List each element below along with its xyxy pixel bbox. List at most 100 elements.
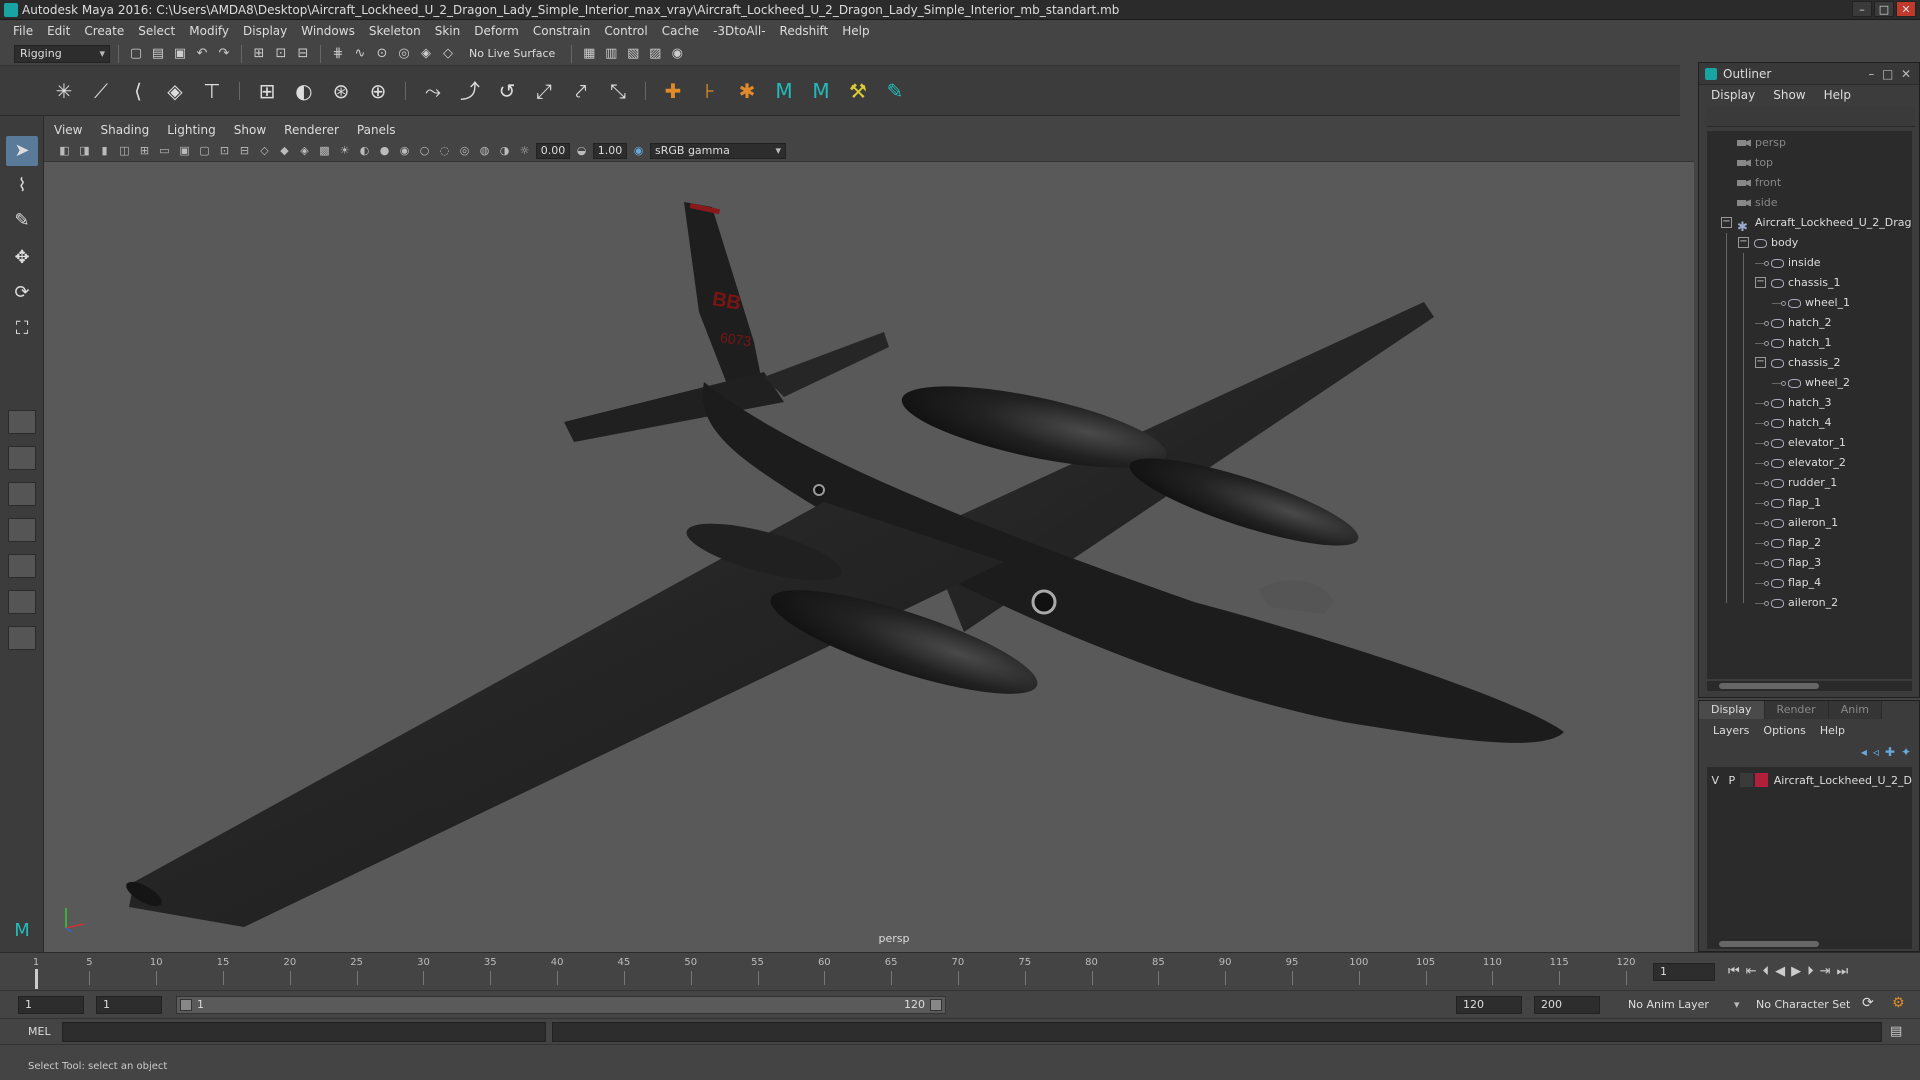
snap-surface-icon[interactable]: ◈ xyxy=(417,45,435,63)
outliner-item-top[interactable]: top xyxy=(1737,153,1773,173)
gate-mask-icon[interactable]: ▢ xyxy=(196,142,213,159)
step-forward-key-icon[interactable]: ⇥ xyxy=(1820,964,1831,979)
paint-tool-icon[interactable]: ✎ xyxy=(881,77,909,105)
current-frame-field[interactable]: 1 xyxy=(1653,963,1715,981)
layer-tab-render[interactable]: Render xyxy=(1764,701,1829,719)
outliner-item-elevator-1[interactable]: elevator_1 xyxy=(1771,433,1846,453)
play-backward-icon[interactable]: ◀ xyxy=(1775,964,1785,979)
lasso-tool-icon[interactable]: ⌇ xyxy=(6,171,38,201)
image-plane-icon[interactable]: ◫ xyxy=(116,142,133,159)
scale-constraint-icon[interactable]: ⤢ xyxy=(530,77,558,105)
layer-display-type[interactable] xyxy=(1740,773,1753,787)
mirror-joint-icon[interactable]: ◈ xyxy=(161,77,189,105)
maya-logo-tool-1-icon[interactable]: M xyxy=(770,77,798,105)
animation-start-field[interactable]: 1 xyxy=(18,996,84,1014)
script-tool-icon[interactable]: ⚒ xyxy=(844,77,872,105)
layer-color-swatch[interactable] xyxy=(1754,773,1768,787)
pole-vector-icon[interactable]: ⤡ xyxy=(604,77,632,105)
select-component-icon[interactable]: ⊟ xyxy=(294,45,312,63)
outliner-search-field[interactable] xyxy=(1707,107,1915,127)
outliner-item-inside[interactable]: inside xyxy=(1771,253,1821,273)
rotate-tool-icon[interactable]: ⟳ xyxy=(6,278,38,308)
layer-playback-toggle[interactable]: P xyxy=(1724,774,1741,787)
go-to-end-icon[interactable]: ⏭ xyxy=(1837,964,1849,979)
set-key-icon[interactable]: ⊦ xyxy=(696,77,724,105)
bookmark-icon[interactable]: ▮ xyxy=(96,142,113,159)
smooth-shade-icon[interactable]: ◆ xyxy=(276,142,293,159)
outliner-menu-help[interactable]: Help xyxy=(1824,88,1851,102)
redo-icon[interactable]: ↷ xyxy=(215,45,233,63)
bind-skin-icon[interactable]: ⊞ xyxy=(253,77,281,105)
layer-menu-help[interactable]: Help xyxy=(1820,724,1845,737)
custom-layout-icon[interactable] xyxy=(8,626,36,650)
outliner-item-hatch-1[interactable]: hatch_1 xyxy=(1771,333,1832,353)
playback-end-field[interactable]: 120 xyxy=(1456,996,1522,1014)
outliner-tree[interactable]: persp top front side ✱ Aircraft_Lockheed_U_2_… xyxy=(1707,131,1912,679)
xray-icon[interactable]: ◍ xyxy=(476,142,493,159)
open-scene-icon[interactable]: ▤ xyxy=(149,45,167,63)
menu-cache[interactable]: Cache xyxy=(655,24,706,38)
snap-grid-icon[interactable]: ⋕ xyxy=(329,45,347,63)
menu-edit[interactable]: Edit xyxy=(40,24,77,38)
playback-start-field[interactable]: 1 xyxy=(96,996,162,1014)
parent-constraint-icon[interactable]: ⤳ xyxy=(419,77,447,105)
outliner-item-wheel-2[interactable]: wheel_2 xyxy=(1788,373,1850,393)
safe-action-icon[interactable]: ⊟ xyxy=(236,142,253,159)
outliner-hscrollbar[interactable] xyxy=(1707,681,1912,691)
outliner-item-aileron-2[interactable]: aileron_2 xyxy=(1771,593,1838,613)
wireframe-icon[interactable]: ◇ xyxy=(256,142,273,159)
collapse-toggle[interactable]: − xyxy=(1721,217,1732,228)
ipr-render-icon[interactable]: ▥ xyxy=(602,45,620,63)
menu-modify[interactable]: Modify xyxy=(182,24,236,38)
step-back-frame-icon[interactable]: ⏴ xyxy=(1763,964,1770,979)
panel-menu-show[interactable]: Show xyxy=(234,123,276,137)
hypershade-icon[interactable]: ▨ xyxy=(646,45,664,63)
save-scene-icon[interactable]: ▣ xyxy=(171,45,189,63)
layer-tab-display[interactable]: Display xyxy=(1699,701,1765,719)
character-set-select[interactable]: No Character Set xyxy=(1756,998,1850,1011)
panel-menu-view[interactable]: View xyxy=(54,123,92,137)
new-layer-from-selected-icon[interactable]: ✦ xyxy=(1901,745,1911,759)
ik-spline-icon[interactable]: ⟨ xyxy=(124,77,152,105)
layer-menu-options[interactable]: Options xyxy=(1763,724,1805,737)
menu-constrain[interactable]: Constrain xyxy=(526,24,598,38)
menu-deform[interactable]: Deform xyxy=(467,24,526,38)
range-end-handle[interactable] xyxy=(930,999,942,1011)
command-input[interactable] xyxy=(62,1022,546,1042)
outliner-item-flap-4[interactable]: flap_4 xyxy=(1771,573,1821,593)
outliner-item-aileron-1[interactable]: aileron_1 xyxy=(1771,513,1838,533)
step-forward-frame-icon[interactable]: ⏵ xyxy=(1807,964,1814,979)
anim-layer-select[interactable]: No Anim Layer xyxy=(1628,998,1709,1011)
move-layer-down-icon[interactable]: ◃ xyxy=(1873,745,1879,759)
grid-toggle-icon[interactable]: ⊞ xyxy=(136,142,153,159)
field-chart-icon[interactable]: ⊡ xyxy=(216,142,233,159)
point-constraint-icon[interactable]: ⤴ xyxy=(456,77,484,105)
orient-joint-icon[interactable]: ⊤ xyxy=(198,77,226,105)
animation-end-field[interactable]: 200 xyxy=(1534,996,1600,1014)
time-ruler[interactable]: 1 5 10 15 20 25 30 35 40 45 50 55 60 65 70 75 80 85 90 95 10… xyxy=(28,955,1638,989)
outliner-item-aircraft-lockheed-u-2-drag[interactable]: ✱ Aircraft_Lockheed_U_2_Drag xyxy=(1737,213,1912,235)
camera-attributes-icon[interactable]: ◧ xyxy=(56,142,73,159)
range-bar[interactable]: 1 120 xyxy=(176,996,946,1014)
layer-hscrollbar[interactable] xyxy=(1707,939,1912,949)
graph-layout-icon[interactable] xyxy=(8,554,36,578)
single-pane-layout-icon[interactable] xyxy=(8,410,36,434)
script-language-label[interactable]: MEL xyxy=(28,1025,51,1038)
four-pane-layout-icon[interactable] xyxy=(8,446,36,470)
lights-icon[interactable]: ☀ xyxy=(336,142,353,159)
outliner-item-front[interactable]: front xyxy=(1737,173,1781,193)
motion-trail-icon[interactable]: ✱ xyxy=(733,77,761,105)
color-management-icon[interactable]: ◉ xyxy=(630,142,647,159)
step-back-key-icon[interactable]: ⇤ xyxy=(1746,964,1757,979)
layer-menu-layers[interactable]: Layers xyxy=(1713,724,1749,737)
cluster-icon[interactable]: ⊕ xyxy=(364,77,392,105)
go-to-start-icon[interactable]: ⏮ xyxy=(1728,964,1740,979)
shadows-icon[interactable]: ◐ xyxy=(356,142,373,159)
undo-icon[interactable]: ↶ xyxy=(193,45,211,63)
resolution-gate-icon[interactable]: ▣ xyxy=(176,142,193,159)
layer-name[interactable]: Aircraft_Lockheed_U_2_D xyxy=(1774,774,1912,787)
isolate-select-icon[interactable]: ◎ xyxy=(456,142,473,159)
new-layer-icon[interactable]: ✚ xyxy=(1885,745,1895,759)
maximize-button[interactable]: □ xyxy=(1874,1,1894,17)
outliner-layout-icon[interactable] xyxy=(8,518,36,542)
